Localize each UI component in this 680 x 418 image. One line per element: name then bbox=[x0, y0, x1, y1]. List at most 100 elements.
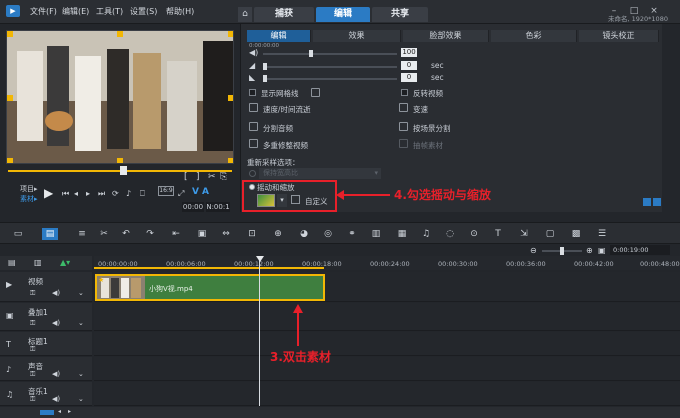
undo-icon[interactable]: ↶ bbox=[120, 228, 132, 240]
menu-settings[interactable]: 设置(S) bbox=[130, 6, 157, 17]
next-frame-icon[interactable]: ▸ bbox=[86, 189, 90, 198]
home-start-icon[interactable]: ⏮ bbox=[62, 189, 69, 199]
fade-out-slider[interactable] bbox=[263, 75, 397, 82]
fade-in-slider[interactable] bbox=[263, 63, 397, 70]
crop-handle[interactable] bbox=[117, 31, 123, 37]
lock-icon[interactable]: ⚿ bbox=[30, 319, 35, 328]
zoom-out-icon[interactable]: ⊖ bbox=[530, 246, 537, 255]
show-grid-checkbox[interactable] bbox=[249, 89, 256, 96]
crop-handle[interactable] bbox=[228, 31, 233, 37]
expand-icon[interactable]: ⌄ bbox=[78, 370, 84, 378]
playhead-line[interactable] bbox=[259, 258, 260, 406]
fit-icon[interactable]: ▣ bbox=[196, 228, 208, 240]
speed-icon[interactable] bbox=[249, 103, 258, 112]
zoom-slider[interactable] bbox=[542, 247, 582, 255]
tab-share[interactable]: 共享 bbox=[372, 7, 428, 22]
ripple-edit-icon[interactable]: ▲▾ bbox=[60, 258, 70, 267]
speaker-icon[interactable]: ◀) bbox=[52, 370, 60, 378]
multi-trim-icon[interactable] bbox=[249, 139, 258, 148]
zoom-in-icon[interactable]: ⊕ bbox=[586, 246, 593, 255]
mark-in-icon[interactable]: [ bbox=[184, 172, 188, 182]
timeline-view-icon[interactable]: ▤ bbox=[42, 228, 58, 240]
menu-help[interactable]: 帮助(H) bbox=[166, 6, 194, 17]
crop-handle[interactable] bbox=[117, 158, 123, 163]
fade-in-input[interactable]: 0 bbox=[401, 61, 417, 70]
mosaic-icon[interactable]: ▩ bbox=[570, 228, 582, 240]
subtab-face-effect[interactable]: 脸部效果 bbox=[403, 30, 489, 42]
volume-input[interactable]: 100 bbox=[401, 48, 417, 57]
subtab-edit[interactable]: 编辑 bbox=[247, 30, 311, 42]
timeline-scrollbar[interactable]: ◂ ▸ bbox=[0, 407, 680, 418]
scroll-right-icon[interactable]: ▸ bbox=[68, 408, 71, 415]
subtab-lens-correction[interactable]: 镜头校正 bbox=[579, 30, 659, 42]
clip-mode-label[interactable]: 素材▸ bbox=[20, 194, 38, 204]
menu-tools[interactable]: 工具(T) bbox=[96, 6, 123, 17]
lock-icon[interactable]: ⚿ bbox=[30, 289, 35, 298]
fit-project-icon[interactable]: ▣ bbox=[598, 246, 606, 255]
prev-frame-icon[interactable]: ◂ bbox=[74, 189, 78, 198]
hd-badge-icon[interactable]: 16:9 bbox=[158, 186, 174, 196]
expand-icon[interactable]: ⌄ bbox=[78, 319, 84, 327]
storyboard-view-icon[interactable]: ▭ bbox=[12, 228, 24, 240]
scroll-thumb[interactable] bbox=[40, 410, 54, 415]
timecode-display[interactable]: 00:00 bbox=[182, 202, 204, 212]
split-screen-icon[interactable]: ▦ bbox=[396, 228, 408, 240]
mix-icon[interactable]: ☰ bbox=[596, 228, 608, 240]
lock-icon[interactable]: ⚿ bbox=[30, 345, 35, 354]
tab-capture[interactable]: 捕获 bbox=[254, 7, 314, 22]
resample-radio[interactable] bbox=[249, 170, 256, 177]
zoom-knob[interactable] bbox=[560, 247, 564, 255]
record-icon[interactable]: ⊙ bbox=[468, 228, 480, 240]
speaker-icon[interactable]: ◀) bbox=[52, 395, 60, 403]
track-music[interactable] bbox=[94, 382, 680, 406]
crop-handle[interactable] bbox=[228, 95, 233, 101]
expand-icon[interactable]: ⌄ bbox=[78, 289, 84, 297]
tracking-icon[interactable]: ⊕ bbox=[272, 228, 284, 240]
split-by-scene-button[interactable]: 按场景分割 bbox=[413, 123, 451, 134]
menu-edit[interactable]: 编辑(E) bbox=[62, 6, 89, 17]
track-overlay[interactable] bbox=[94, 303, 680, 331]
export-icon[interactable]: ⇲ bbox=[518, 228, 530, 240]
volume-knob[interactable] bbox=[309, 50, 313, 57]
a-track-icon[interactable]: A bbox=[202, 187, 209, 197]
split-audio-icon[interactable] bbox=[249, 122, 258, 131]
split-icon[interactable]: ✂ bbox=[208, 172, 216, 182]
enlarge-icon[interactable]: ⤢ bbox=[178, 189, 184, 199]
subtitle-icon[interactable]: T bbox=[492, 228, 504, 240]
playhead-knob[interactable] bbox=[120, 166, 127, 175]
expand-icon[interactable]: ⌄ bbox=[78, 395, 84, 403]
timeline-ruler[interactable]: 00:00:00:00 00:00:06:00 00:00:12:00 00:0… bbox=[94, 256, 680, 270]
title-icon[interactable]: ▥ bbox=[370, 228, 382, 240]
aspect-icon[interactable]: ⎕ bbox=[140, 189, 145, 199]
crop-handle[interactable] bbox=[7, 158, 13, 163]
audio-icon[interactable]: ♫ bbox=[420, 228, 432, 240]
cut-tool-icon[interactable]: ✂ bbox=[98, 228, 110, 240]
lock-icon[interactable]: ⚿ bbox=[30, 370, 35, 379]
speaker-icon[interactable]: ◀) bbox=[52, 319, 60, 327]
play-icon[interactable]: ▶ bbox=[44, 186, 58, 200]
grid-settings-icon[interactable] bbox=[311, 88, 320, 97]
volume-icon[interactable]: ♪ bbox=[126, 189, 131, 198]
end-icon[interactable]: ⏭ bbox=[98, 189, 105, 199]
motion-icon[interactable]: ⊡ bbox=[246, 228, 258, 240]
fade-in-knob[interactable] bbox=[263, 63, 267, 70]
multicam-icon[interactable]: ⚭ bbox=[346, 228, 358, 240]
v-track-icon[interactable]: V bbox=[192, 187, 199, 197]
scene-split-icon[interactable] bbox=[399, 122, 408, 131]
project-mode-label[interactable]: 项目▸ bbox=[20, 184, 38, 194]
playhead-marker[interactable] bbox=[256, 256, 264, 262]
lock-icon[interactable]: ⚿ bbox=[30, 395, 35, 404]
speed-time-button[interactable]: 速度/时间流逝 bbox=[263, 104, 311, 115]
variable-speed-button[interactable]: 变速 bbox=[413, 104, 428, 115]
reverse-video-checkbox[interactable] bbox=[401, 89, 408, 96]
link-icon[interactable]: ▥ bbox=[34, 258, 42, 267]
home-icon[interactable]: ⌂ bbox=[238, 7, 252, 22]
volume-slider[interactable] bbox=[263, 50, 397, 57]
mark-out-icon[interactable]: ] bbox=[196, 172, 200, 182]
menu-file[interactable]: 文件(F) bbox=[30, 6, 57, 17]
track-manager-icon[interactable]: ≡ bbox=[76, 228, 88, 240]
frame-display[interactable]: N:00:1 bbox=[206, 202, 230, 212]
track-voice[interactable] bbox=[94, 357, 680, 381]
redo-icon[interactable]: ↷ bbox=[144, 228, 156, 240]
tab-edit[interactable]: 编辑 bbox=[316, 7, 370, 22]
